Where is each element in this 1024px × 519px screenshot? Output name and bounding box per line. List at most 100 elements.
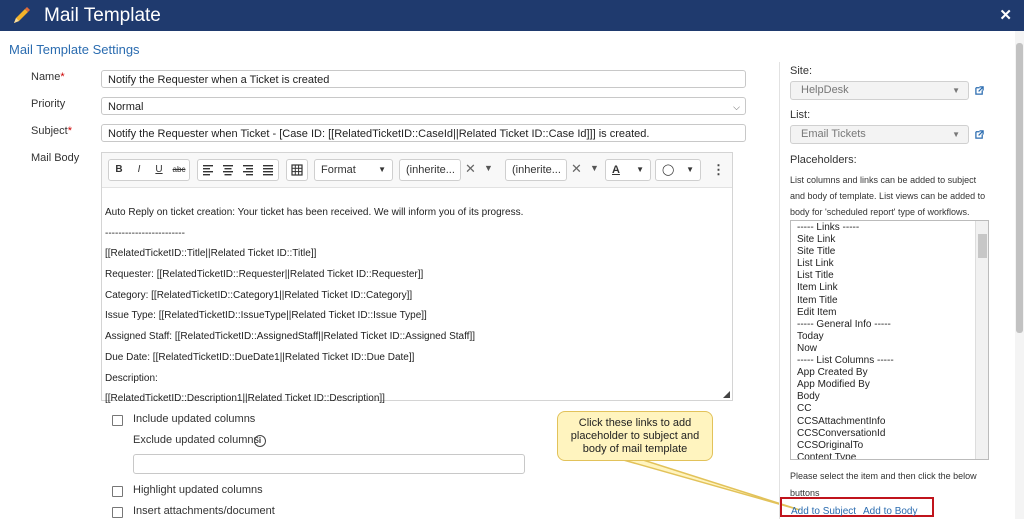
insert-attachments-label: Insert attachments/document xyxy=(133,505,275,517)
site-label: Site: xyxy=(790,65,813,77)
placeholder-item[interactable]: Item Title xyxy=(797,295,894,307)
caret-down-icon: ▼ xyxy=(952,130,960,139)
table-button[interactable] xyxy=(286,159,308,181)
placeholder-item[interactable]: Today xyxy=(797,331,894,343)
insert-attachments-checkbox[interactable] xyxy=(112,507,123,518)
mail-body-label: Mail Body xyxy=(31,152,80,164)
font-family-dropdown[interactable]: (inherite... xyxy=(399,159,461,181)
callout-tooltip: Click these links to add placeholder to … xyxy=(557,411,713,461)
strikethrough-button[interactable]: abc xyxy=(169,160,189,180)
body-line: Category: [[RelatedTicketID::Category1||… xyxy=(105,289,413,301)
align-justify-icon[interactable] xyxy=(258,160,278,180)
body-line: Auto Reply on ticket creation: Your tick… xyxy=(105,207,524,218)
placeholder-item[interactable]: Site Link xyxy=(797,234,894,246)
editor-toolbar: B I U abc Format ▼ (inherite... ✕ ▼ (inh… xyxy=(102,153,732,188)
external-link-icon[interactable] xyxy=(975,86,984,95)
alignment-group xyxy=(197,159,279,181)
add-to-subject-link[interactable]: Add to Subject xyxy=(791,506,856,517)
highlight-updated-checkbox[interactable] xyxy=(112,486,123,497)
page-scrollbar[interactable] xyxy=(1015,31,1024,519)
panel-divider xyxy=(779,62,780,519)
placeholder-item[interactable]: Edit Item xyxy=(797,307,894,319)
body-line: Due Date: [[RelatedTicketID::DueDate1||R… xyxy=(105,351,415,363)
placeholder-item[interactable]: CCSConversationId xyxy=(797,428,894,440)
listbox-scroll-thumb[interactable] xyxy=(978,234,987,258)
placeholder-item[interactable]: CC xyxy=(797,403,894,415)
placeholder-item[interactable]: Content Type xyxy=(797,452,894,459)
font-size-dropdown[interactable]: (inherite... xyxy=(505,159,567,181)
name-input[interactable]: Notify the Requester when a Ticket is cr… xyxy=(101,70,746,88)
placeholder-item[interactable]: Now xyxy=(797,343,894,355)
site-select[interactable]: HelpDesk ▼ xyxy=(790,81,969,100)
placeholder-item[interactable]: ----- Links ----- xyxy=(797,222,894,234)
placeholders-label: Placeholders: xyxy=(790,154,857,166)
placeholder-item[interactable]: Body xyxy=(797,391,894,403)
placeholder-item[interactable]: App Created By xyxy=(797,367,894,379)
body-line: Issue Type: [[RelatedTicketID::IssueType… xyxy=(105,310,427,322)
placeholder-listbox[interactable]: ----- Links ----- Site Link Site Title List… xyxy=(790,220,989,460)
info-icon[interactable]: i xyxy=(254,435,266,447)
external-link-icon[interactable] xyxy=(975,130,984,139)
placeholder-item[interactable]: ----- General Info ----- xyxy=(797,319,894,331)
placeholder-item[interactable]: List Title xyxy=(797,270,894,282)
underline-button[interactable]: U xyxy=(149,160,169,180)
italic-button[interactable]: I xyxy=(129,160,149,180)
chevron-down-icon: ⌵ xyxy=(733,102,740,112)
font-color-icon: A xyxy=(612,164,620,176)
format-dropdown[interactable]: Format ▼ xyxy=(314,159,393,181)
highlight-updated-label: Highlight updated columns xyxy=(133,484,263,496)
title-bar: Mail Template ✕ xyxy=(0,0,1024,31)
background-color-dropdown[interactable]: ◯ ▼ xyxy=(655,159,701,181)
more-options-icon[interactable]: ⋮ xyxy=(712,162,725,178)
body-line: Description: xyxy=(105,372,158,384)
clear-font-icon[interactable]: ✕ xyxy=(465,161,476,177)
pencil-icon xyxy=(14,7,30,23)
subject-label: Subject* xyxy=(31,125,72,137)
caret-down-icon: ▼ xyxy=(952,86,960,95)
align-right-icon[interactable] xyxy=(238,160,258,180)
bold-button[interactable]: B xyxy=(109,160,129,180)
name-label: Name* xyxy=(31,71,65,83)
mail-body-editor[interactable]: B I U abc Format ▼ (inherite... ✕ ▼ (inh… xyxy=(101,152,733,404)
placeholder-items: ----- Links ----- Site Link Site Title List… xyxy=(797,222,894,459)
placeholder-item[interactable]: Item Link xyxy=(797,282,894,294)
align-center-icon[interactable] xyxy=(218,160,238,180)
placeholder-item[interactable]: Site Title xyxy=(797,246,894,258)
align-left-icon[interactable] xyxy=(198,160,218,180)
include-updated-label: Include updated columns xyxy=(133,413,256,425)
font-family-caret-icon[interactable]: ▼ xyxy=(484,163,493,173)
section-title: Mail Template Settings xyxy=(9,42,140,57)
placeholder-item[interactable]: ----- List Columns ----- xyxy=(797,355,894,367)
placeholder-item[interactable]: App Modified By xyxy=(797,379,894,391)
font-color-dropdown[interactable]: A ▼ xyxy=(605,159,651,181)
exclude-updated-input[interactable] xyxy=(133,454,525,474)
caret-down-icon: ▼ xyxy=(686,165,694,174)
window-title: Mail Template xyxy=(44,5,161,26)
list-label: List: xyxy=(790,109,811,121)
list-select[interactable]: Email Tickets ▼ xyxy=(790,125,969,144)
close-icon[interactable]: ✕ xyxy=(999,6,1012,24)
include-updated-checkbox[interactable] xyxy=(112,415,123,426)
priority-label: Priority xyxy=(31,98,66,110)
placeholder-item[interactable]: CCSAttachmentInfo xyxy=(797,416,894,428)
body-line: Requester: [[RelatedTicketID::Requester|… xyxy=(105,269,424,281)
placeholder-item[interactable]: List Link xyxy=(797,258,894,270)
body-line: Assigned Staff: [[RelatedTicketID::Assig… xyxy=(105,331,476,343)
text-style-group: B I U abc xyxy=(108,159,190,181)
exclude-updated-label: Exclude updated columns xyxy=(133,434,259,446)
listbox-scrollbar[interactable] xyxy=(975,221,988,459)
placeholders-help-text: List columns and links can be added to s… xyxy=(790,175,986,217)
body-line: [[RelatedTicketID::Title||Related Ticket… xyxy=(105,248,317,260)
clear-size-icon[interactable]: ✕ xyxy=(571,161,582,177)
add-to-body-link[interactable]: Add to Body xyxy=(863,506,917,517)
page-scroll-thumb[interactable] xyxy=(1016,43,1023,333)
paint-bucket-icon: ◯ xyxy=(662,164,675,176)
body-line: [[RelatedTicketID::Description1||Related… xyxy=(105,393,385,405)
mail-body-content[interactable]: Auto Reply on ticket creation: Your tick… xyxy=(105,203,725,410)
resize-handle-icon[interactable] xyxy=(723,391,730,398)
body-line: ------------------------ xyxy=(105,227,185,239)
subject-input[interactable]: Notify the Requester when Ticket - [Case… xyxy=(101,124,746,142)
priority-select[interactable]: Normal ⌵ xyxy=(101,97,746,115)
placeholder-item[interactable]: CCSOriginalTo xyxy=(797,440,894,452)
font-size-caret-icon[interactable]: ▼ xyxy=(590,163,599,173)
